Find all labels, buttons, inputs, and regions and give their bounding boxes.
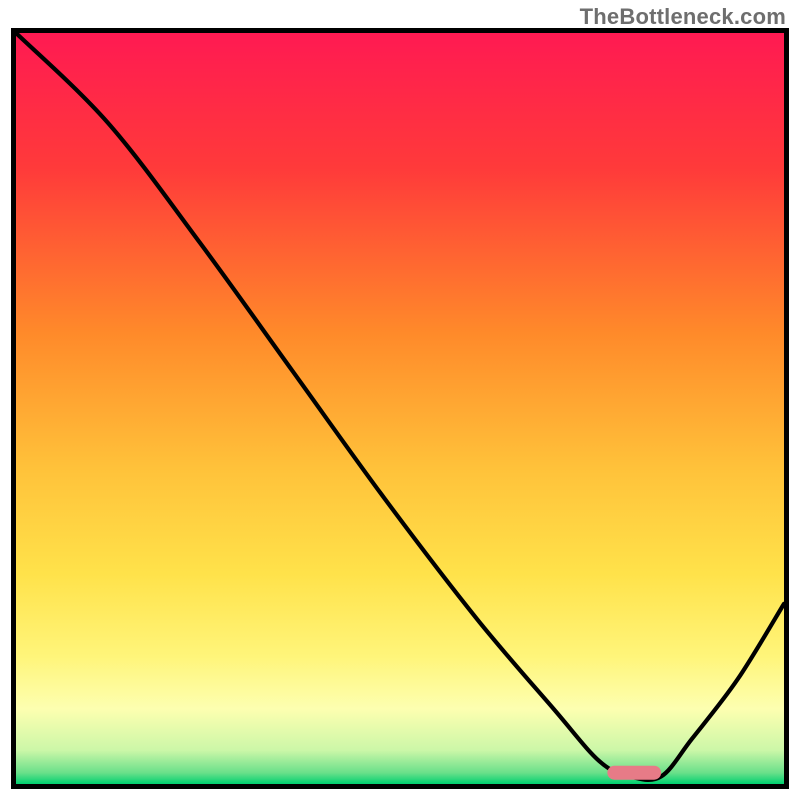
bottleneck-chart <box>16 33 784 784</box>
heat-background <box>16 33 784 784</box>
optimal-marker <box>607 766 661 780</box>
chart-frame <box>11 28 789 789</box>
watermark-text: TheBottleneck.com <box>580 4 786 30</box>
